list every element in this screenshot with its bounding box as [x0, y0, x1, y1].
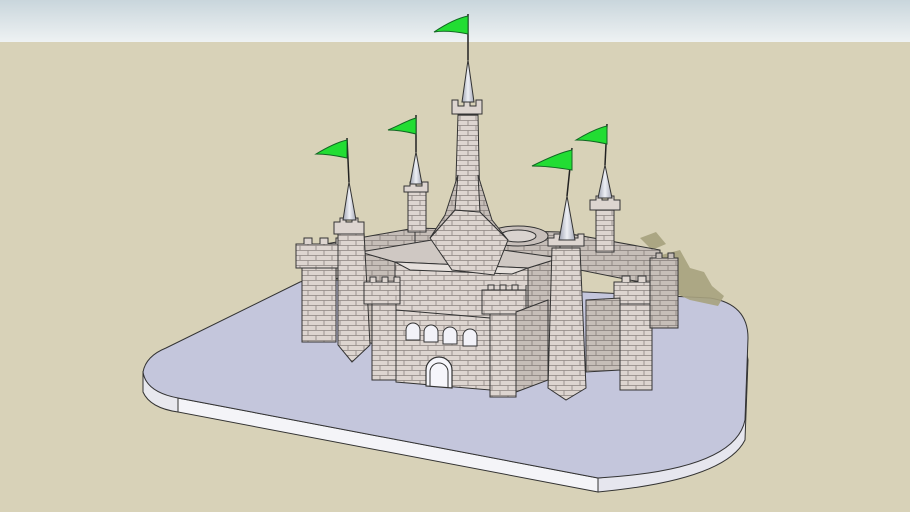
castle-scene: [0, 0, 910, 512]
model-viewport[interactable]: [0, 0, 910, 512]
gatehouse: [395, 309, 491, 391]
left-corner-tower: [295, 237, 343, 343]
